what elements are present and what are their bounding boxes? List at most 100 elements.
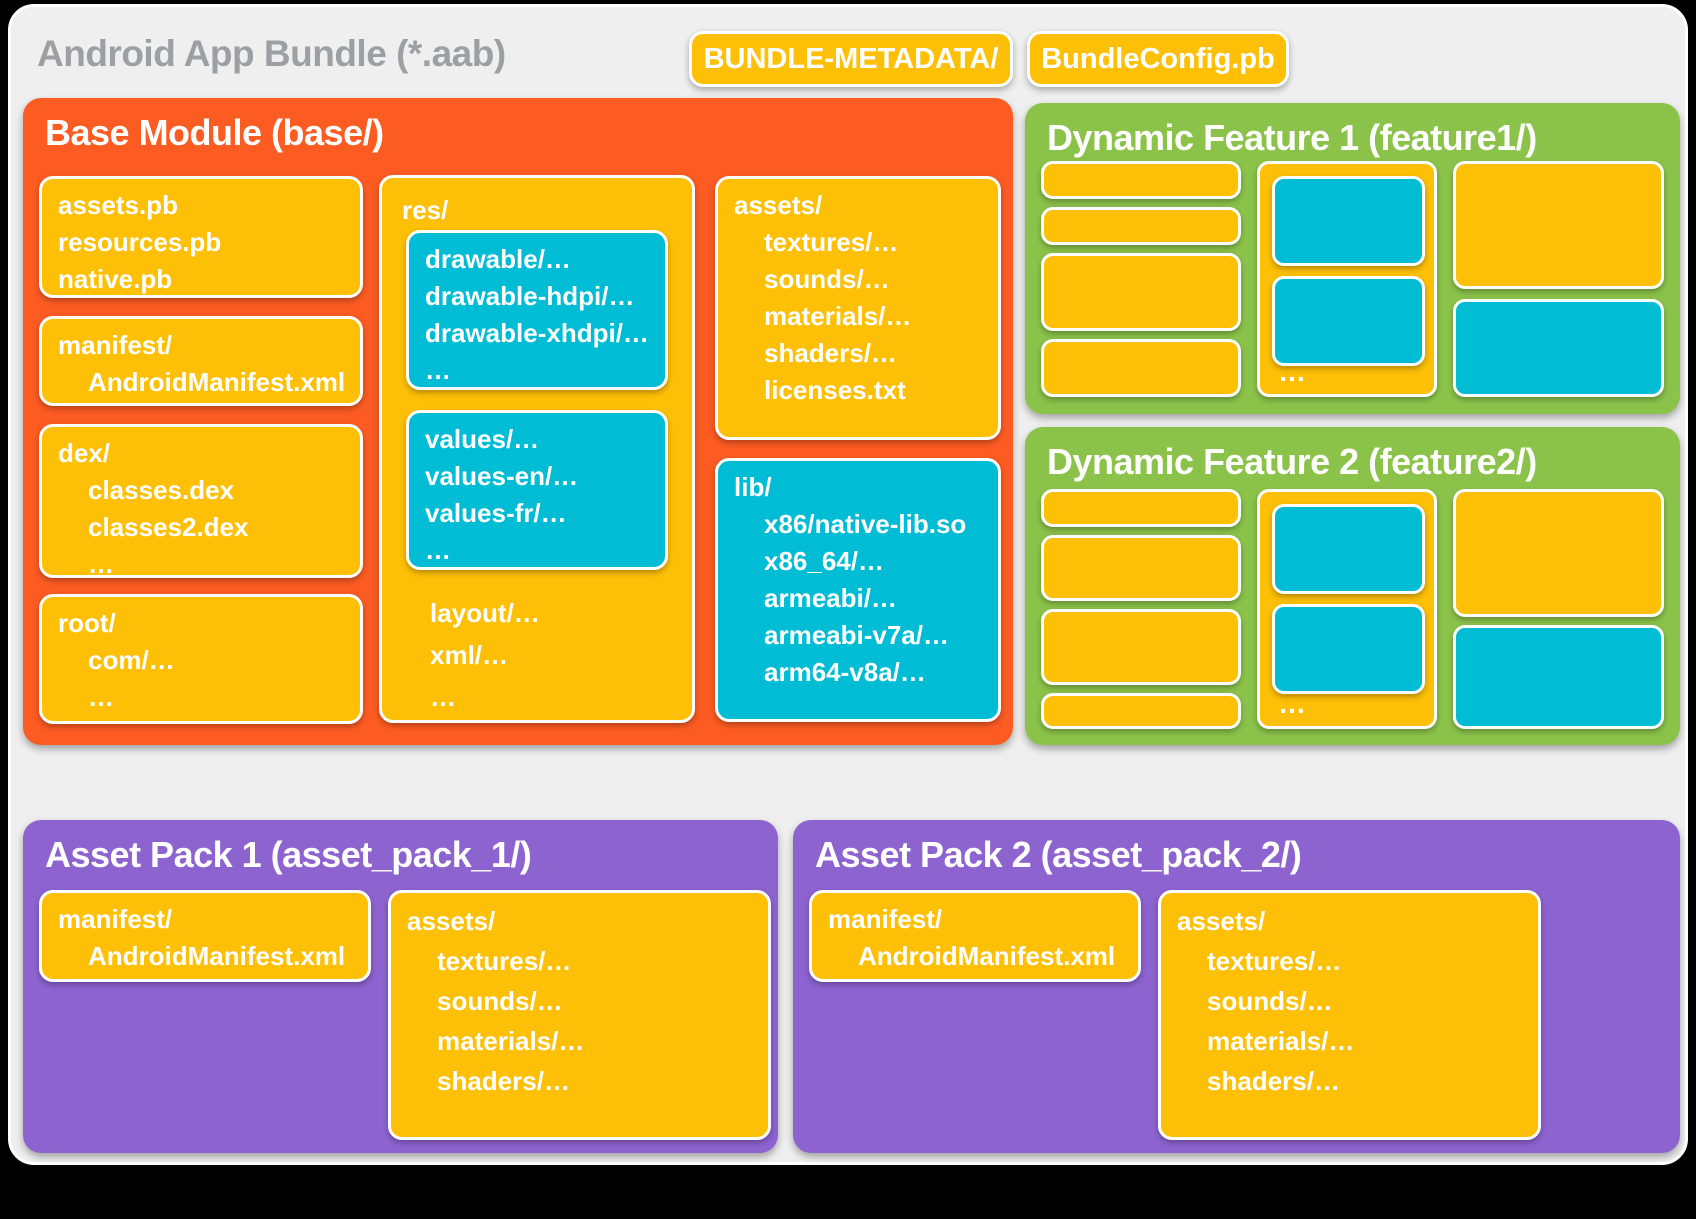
mini-module-box [1453,161,1664,289]
dir-entry: values-en/… [425,458,649,495]
file-entry: AndroidManifest.xml [58,364,344,401]
asset-pack-1-section: Asset Pack 1 (asset_pack_1/) manifest/ A… [23,820,778,1153]
manifest-box: manifest/ AndroidManifest.xml [39,316,363,406]
dir-entry: sounds/… [407,981,752,1021]
dir-entry: manifest/ [58,901,352,938]
dir-entry: arm64-v8a/… [734,654,982,691]
file-entry: assets.pb [58,187,344,224]
mini-module-box [1041,253,1241,331]
dir-entry: x86_64/… [734,543,982,580]
asset-pack-2-title: Asset Pack 2 (asset_pack_2/) [793,820,1680,876]
dir-entry: shaders/… [407,1061,752,1101]
mini-module-box [1041,489,1241,527]
proto-files-box: assets.pb resources.pb native.pb [39,176,363,298]
mini-module-group: … [1257,489,1437,729]
res-box: res/ drawable/… drawable-hdpi/… drawable… [379,175,695,723]
dynamic-feature-1-section: Dynamic Feature 1 (feature1/) … [1025,103,1680,414]
ellipsis-label: … [1278,688,1306,720]
dir-entry: shaders/… [734,335,982,372]
dir-entry: drawable-xhdpi/… [425,315,649,352]
ellipsis-label: … [1278,356,1306,388]
dir-entry: manifest/ [58,327,344,364]
file-entry: com/… [58,642,344,679]
mini-module-box [1041,161,1241,199]
dir-entry: root/ [58,605,344,642]
dir-entry: … [425,532,649,569]
mini-module-box [1453,625,1664,729]
file-entry: … [58,679,344,716]
assets-box: assets/ textures/… sounds/… materials/… … [715,176,1001,440]
drawable-box: drawable/… drawable-hdpi/… drawable-xhdp… [406,230,668,390]
dir-entry: sounds/… [734,261,982,298]
bundle-config-box: BundleConfig.pb [1027,31,1289,87]
mini-module-box [1041,693,1241,729]
dir-entry: shaders/… [1177,1061,1522,1101]
dir-entry: assets/ [407,901,752,941]
mini-module-group: … [1257,161,1437,397]
mini-module-box [1041,207,1241,245]
dir-entry: textures/… [734,224,982,261]
dir-entry: … [425,352,649,389]
bundle-metadata-label: BUNDLE-METADATA/ [704,43,999,76]
mini-module-box [1041,339,1241,397]
aab-diagram-canvas: Android App Bundle (*.aab) BUNDLE-METADA… [8,4,1688,1165]
mini-module-box [1453,489,1664,617]
mini-module-box [1272,604,1425,694]
manifest-box: manifest/ AndroidManifest.xml [809,890,1141,982]
dex-box: dex/ classes.dex classes2.dex … [39,424,363,578]
bundle-metadata-box: BUNDLE-METADATA/ [689,31,1013,87]
file-entry: AndroidManifest.xml [58,938,352,975]
bundle-config-label: BundleConfig.pb [1041,43,1275,76]
dir-entry: materials/… [407,1021,752,1061]
file-entry: classes2.dex [58,509,344,546]
root-box: root/ com/… … [39,594,363,724]
dir-entry: textures/… [1177,941,1522,981]
dynamic-feature-2-title: Dynamic Feature 2 (feature2/) [1025,427,1680,483]
assets-box: assets/ textures/… sounds/… materials/… … [388,890,771,1140]
dynamic-feature-2-section: Dynamic Feature 2 (feature2/) … [1025,427,1680,745]
mini-module-box [1272,176,1425,266]
mini-module-box [1041,535,1241,601]
dir-entry: armeabi-v7a/… [734,617,982,654]
dir-entry: … [430,676,540,718]
dir-entry: armeabi/… [734,580,982,617]
asset-pack-1-title: Asset Pack 1 (asset_pack_1/) [23,820,778,876]
file-entry: classes.dex [58,472,344,509]
dir-entry: materials/… [734,298,982,335]
dir-entry: textures/… [407,941,752,981]
dynamic-feature-1-title: Dynamic Feature 1 (feature1/) [1025,103,1680,159]
dir-entry: values-fr/… [425,495,649,532]
dir-entry: drawable-hdpi/… [425,278,649,315]
dir-entry: assets/ [734,187,982,224]
dir-entry: values/… [425,421,649,458]
dir-entry: assets/ [1177,901,1522,941]
res-other-dirs: layout/… xml/… … [430,592,540,718]
base-module-section: Base Module (base/) assets.pb resources.… [23,98,1013,745]
file-entry: AndroidManifest.xml [828,938,1122,975]
values-box: values/… values-en/… values-fr/… … [406,410,668,570]
mini-module-box [1453,299,1664,397]
file-entry: x86/native-lib.so [734,506,982,543]
file-entry: licenses.txt [734,372,982,409]
page-title: Android App Bundle (*.aab) [37,33,506,75]
mini-module-box [1272,504,1425,594]
dir-entry: xml/… [430,634,540,676]
dir-entry: res/ [402,192,676,229]
file-entry: native.pb [58,261,344,298]
base-module-title: Base Module (base/) [23,98,1013,154]
lib-box: lib/ x86/native-lib.so x86_64/… armeabi/… [715,458,1001,722]
dir-entry: layout/… [430,592,540,634]
dir-entry: drawable/… [425,241,649,278]
assets-box: assets/ textures/… sounds/… materials/… … [1158,890,1541,1140]
dir-entry: lib/ [734,469,982,506]
asset-pack-2-section: Asset Pack 2 (asset_pack_2/) manifest/ A… [793,820,1680,1153]
dir-entry: dex/ [58,435,344,472]
dir-entry: sounds/… [1177,981,1522,1021]
mini-module-box [1272,276,1425,366]
file-entry: resources.pb [58,224,344,261]
dir-entry: materials/… [1177,1021,1522,1061]
manifest-box: manifest/ AndroidManifest.xml [39,890,371,982]
dir-entry: manifest/ [828,901,1122,938]
file-entry: … [58,546,344,583]
mini-module-box [1041,609,1241,685]
